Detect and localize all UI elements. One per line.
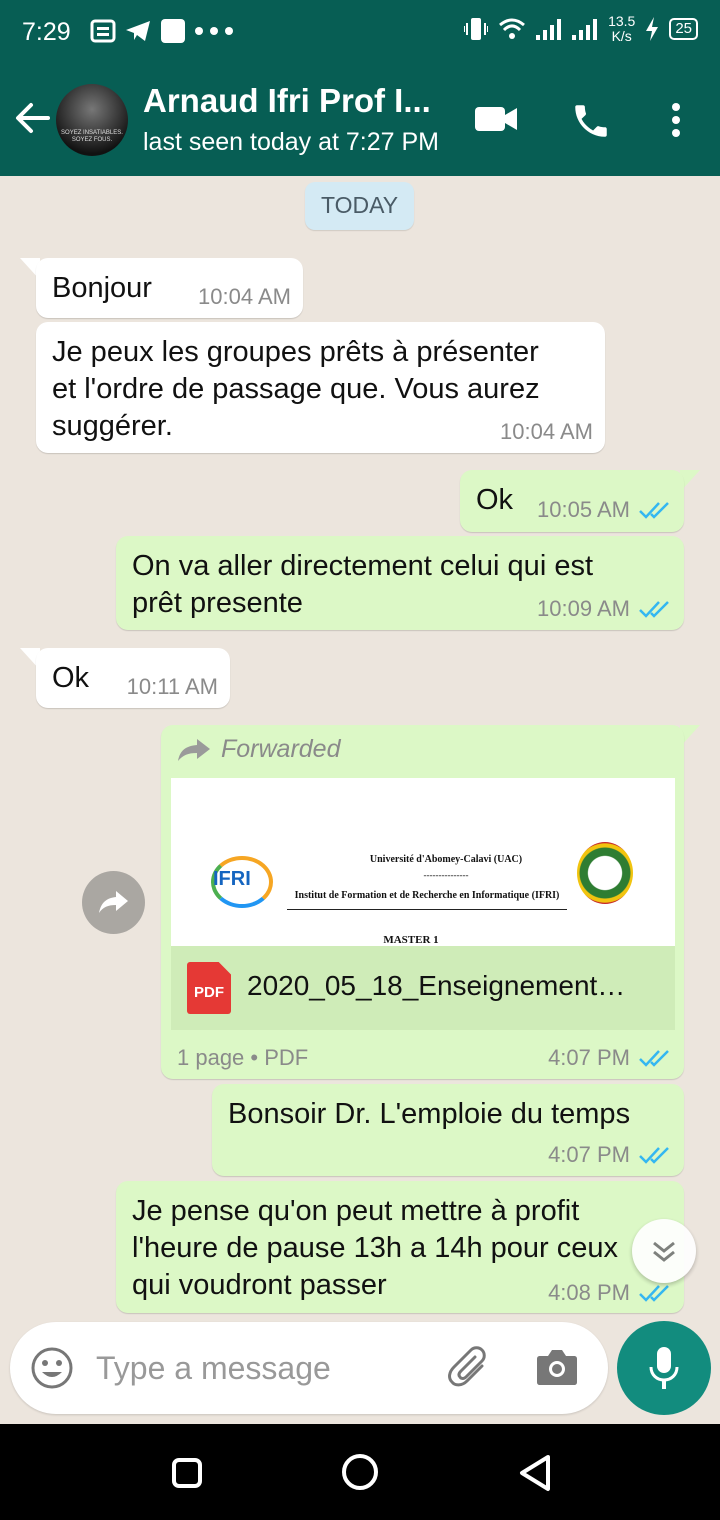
voice-record-button[interactable] [617,1321,711,1415]
forward-icon [178,738,210,761]
notification-news-icon [90,19,116,43]
message-bubble-incoming[interactable]: Bonjour 10:04 AM [36,258,303,318]
message-text: Bonjour [52,272,152,304]
emoji-icon[interactable] [30,1346,74,1390]
message-text: Je peux les groupes prêts à présenter et… [52,336,540,442]
nav-back-icon[interactable] [518,1454,552,1492]
attach-icon[interactable] [448,1346,494,1390]
mic-icon [649,1347,679,1389]
forwarded-label: Forwarded [177,735,341,764]
last-seen-status[interactable]: last seen today at 7:27 PM [143,128,439,157]
message-bubble-outgoing[interactable]: Je pense qu'on peut mettre à profit l'he… [116,1181,684,1313]
message-time: 10:09 AM [537,596,630,621]
wifi-icon [499,18,526,39]
system-navigation-bar [0,1424,720,1520]
message-bubble-outgoing[interactable]: Ok 10:05 AM [460,470,684,532]
message-time: 10:11 AM [126,674,218,699]
message-time: 4:07 PM [548,1045,630,1070]
telegram-icon [126,21,150,41]
read-receipt-icon [639,601,669,618]
message-text: On va aller directement celui qui est pr… [132,550,593,619]
status-bar: 7:29 13.5 K/s 25 [0,0,720,64]
message-text: Ok [476,484,514,516]
message-bubble-outgoing[interactable]: Bonsoir Dr. L'emploie du temps 4:07 PM [212,1084,684,1176]
more-notifications-icon [195,27,233,35]
vibrate-icon [464,18,489,40]
read-receipt-icon [639,502,669,519]
charging-icon [646,17,659,41]
document-file-name: 2020_05_18_Enseignement… [247,970,626,1001]
message-bubble-incoming[interactable]: Ok 10:11 AM [36,648,230,708]
chat-area[interactable]: TODAY Bonjour 10:04 AM Je peux les group… [0,176,720,1424]
contact-name[interactable]: Arnaud Ifri Prof I... [143,82,431,120]
share-icon [99,891,128,913]
avatar[interactable]: SOYEZ INSATIABLES. SOYEZ FOUS. [56,84,128,156]
pdf-icon: PDF [187,962,231,1014]
document-file-bar[interactable]: PDF 2020_05_18_Enseignement… [171,946,675,1030]
chat-header: SOYEZ INSATIABLES. SOYEZ FOUS. Arnaud If… [0,64,720,176]
message-time: 10:04 AM [500,419,593,444]
message-bubble-outgoing[interactable]: On va aller directement celui qui est pr… [116,536,684,630]
document-preview[interactable]: IFRI Université d'Abomey-Calavi (UAC) --… [171,778,675,946]
message-time: 4:08 PM [548,1280,630,1305]
message-time: 10:05 AM [537,497,630,522]
message-composer [10,1322,608,1414]
document-message[interactable]: Forwarded IFRI Université d'Abomey-Calav… [161,725,684,1079]
message-text: Ok [52,662,90,694]
more-vert-icon[interactable] [668,102,684,138]
message-time: 4:07 PM [548,1142,630,1167]
video-call-icon[interactable] [474,104,518,134]
home-button[interactable] [342,1454,378,1490]
recent-apps-button[interactable] [172,1458,202,1488]
notification-square-icon [161,19,185,43]
uac-logo [577,842,633,904]
camera-icon[interactable] [536,1348,578,1386]
signal-1-icon [536,19,562,40]
date-divider: TODAY [305,182,414,230]
status-time: 7:29 [22,18,71,46]
back-arrow-icon[interactable] [14,102,50,134]
share-button[interactable] [82,871,145,934]
phone-icon[interactable] [570,100,612,142]
document-info: 1 page • PDF [177,1045,309,1070]
message-text: Bonsoir Dr. L'emploie du temps [228,1098,631,1130]
scroll-to-bottom-button[interactable] [632,1219,696,1283]
signal-2-icon [572,19,598,40]
read-receipt-icon [639,1147,669,1164]
message-input[interactable] [96,1348,426,1388]
message-text: Je pense qu'on peut mettre à profit l'he… [132,1195,619,1301]
message-bubble-incoming[interactable]: Je peux les groupes prêts à présenter et… [36,322,605,453]
message-time: 10:04 AM [198,284,291,309]
battery-level: 25 [669,18,698,40]
read-receipt-icon [639,1050,669,1067]
read-receipt-icon [639,1285,669,1302]
chevron-down-icon [653,1241,675,1262]
network-speed: 13.5 K/s [608,13,636,44]
